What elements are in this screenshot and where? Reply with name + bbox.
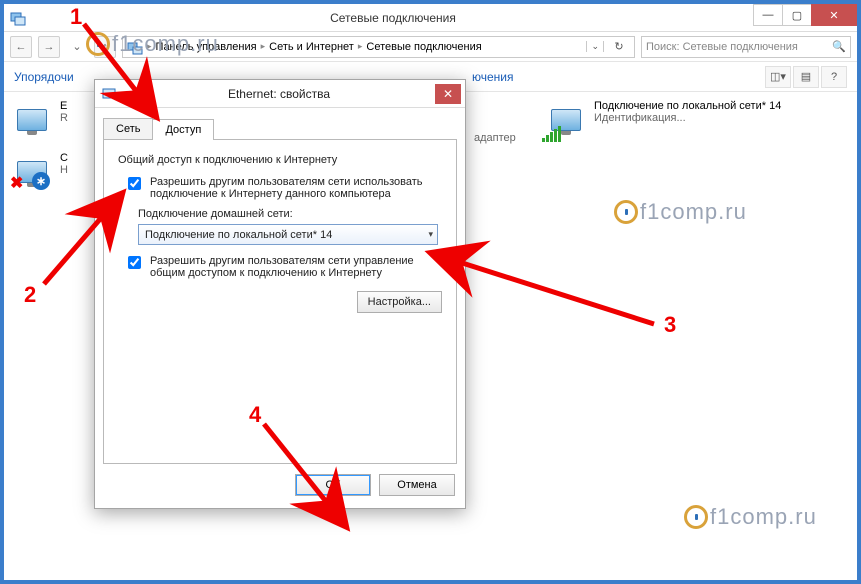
view-icons-button[interactable]: ◫▾	[765, 66, 791, 88]
connection-item-bluetooth[interactable]: ✖ ∗ С Н	[10, 152, 82, 192]
local-conn-icon	[544, 100, 588, 140]
checkbox-allow-control-label: Разрешить другим пользователям сети упра…	[150, 255, 442, 279]
forward-button[interactable]: →	[38, 36, 60, 58]
back-button[interactable]: ←	[10, 36, 32, 58]
search-icon: 🔍	[832, 40, 846, 53]
settings-button[interactable]: Настройка...	[357, 291, 442, 313]
minimize-button[interactable]: —	[753, 4, 783, 26]
search-placeholder: Поиск: Сетевые подключения	[646, 41, 798, 53]
conn-name-2: адаптер	[474, 132, 516, 144]
checkbox-allow-control[interactable]: Разрешить другим пользователям сети упра…	[124, 255, 442, 279]
dialog-titlebar: Ethernet: свойства ✕	[95, 80, 465, 108]
dialog-icon	[95, 86, 123, 102]
watermark-4: f1comp.ru	[684, 504, 817, 530]
breadcrumb[interactable]: ▸ Панель управления ▸ Сеть и Интернет ▸ …	[122, 36, 635, 58]
group-title: Общий доступ к подключению к Интернету	[118, 154, 442, 166]
sort-menu[interactable]: Упорядочи	[14, 70, 74, 84]
checkbox-allow-share-input[interactable]	[128, 177, 141, 190]
chevron-down-icon: ▾	[428, 229, 433, 240]
window-titlebar: Сетевые подключения — ▢ ✕	[4, 4, 857, 32]
tab-network[interactable]: Сеть	[103, 118, 153, 139]
bt-badge-icon: ∗	[32, 172, 50, 190]
maximize-button[interactable]: ▢	[782, 4, 812, 26]
tab-content: Общий доступ к подключению к Интернету Р…	[103, 140, 457, 464]
connection-item-ethernet[interactable]: E R	[10, 100, 82, 140]
dialog-button-row: ОК Отмена	[95, 464, 465, 508]
details-pane-button[interactable]: ▤	[793, 66, 819, 88]
conn-name-3: Подключение по локальной сети* 14	[594, 100, 781, 112]
home-network-label: Подключение домашней сети:	[138, 208, 442, 220]
breadcrumb-icon	[127, 39, 143, 55]
crumb-2[interactable]: Сетевые подключения	[366, 41, 481, 53]
label-partial-2[interactable]: ючения	[472, 70, 514, 84]
conn-name-0: E	[60, 100, 68, 112]
crumb-1[interactable]: Сеть и Интернет	[269, 41, 354, 53]
home-network-combo[interactable]: Подключение по локальной сети* 14 ▾	[138, 224, 438, 245]
search-input[interactable]: Поиск: Сетевые подключения 🔍	[641, 36, 851, 58]
ok-button[interactable]: ОК	[295, 474, 371, 496]
conn-sub-3: Идентификация...	[594, 112, 781, 124]
annotation-2: 2	[24, 282, 36, 308]
cancel-button[interactable]: Отмена	[379, 474, 455, 496]
checkbox-allow-share[interactable]: Разрешить другим пользователям сети испо…	[124, 176, 442, 200]
ethernet-icon	[10, 100, 54, 140]
conn-name-1: С	[60, 152, 68, 164]
tab-strip: Сеть Доступ	[103, 118, 457, 140]
close-button[interactable]: ✕	[811, 4, 857, 26]
history-dropdown[interactable]: ⌄	[66, 36, 88, 58]
window-title: Сетевые подключения	[32, 11, 754, 25]
up-button[interactable]: ↑	[94, 36, 116, 58]
breadcrumb-dropdown[interactable]: ⌄	[586, 41, 604, 52]
conn-sub-0: R	[60, 112, 68, 124]
checkbox-allow-control-input[interactable]	[128, 256, 141, 269]
properties-dialog: Ethernet: свойства ✕ Сеть Доступ Общий д…	[94, 79, 466, 509]
disabled-x-icon: ✖	[10, 176, 23, 192]
connection-item-local[interactable]: Подключение по локальной сети* 14 Иденти…	[544, 100, 784, 140]
window-icon	[4, 10, 32, 26]
watermark-2: f1comp.ru	[614, 199, 747, 225]
conn-sub-1: Н	[60, 164, 68, 176]
annotation-3: 3	[664, 312, 676, 338]
tab-sharing[interactable]: Доступ	[152, 119, 214, 140]
dialog-title: Ethernet: свойства	[123, 87, 435, 101]
refresh-button[interactable]: ↻	[608, 40, 630, 53]
dialog-close-button[interactable]: ✕	[435, 84, 461, 104]
crumb-0[interactable]: Панель управления	[156, 41, 257, 53]
bluetooth-icon: ✖ ∗	[10, 152, 54, 192]
combo-value: Подключение по локальной сети* 14	[145, 229, 332, 241]
help-button[interactable]: ?	[821, 66, 847, 88]
checkbox-allow-share-label: Разрешить другим пользователям сети испо…	[150, 176, 442, 200]
address-bar: ← → ⌄ ↑ ▸ Панель управления ▸ Сеть и Инт…	[4, 32, 857, 62]
